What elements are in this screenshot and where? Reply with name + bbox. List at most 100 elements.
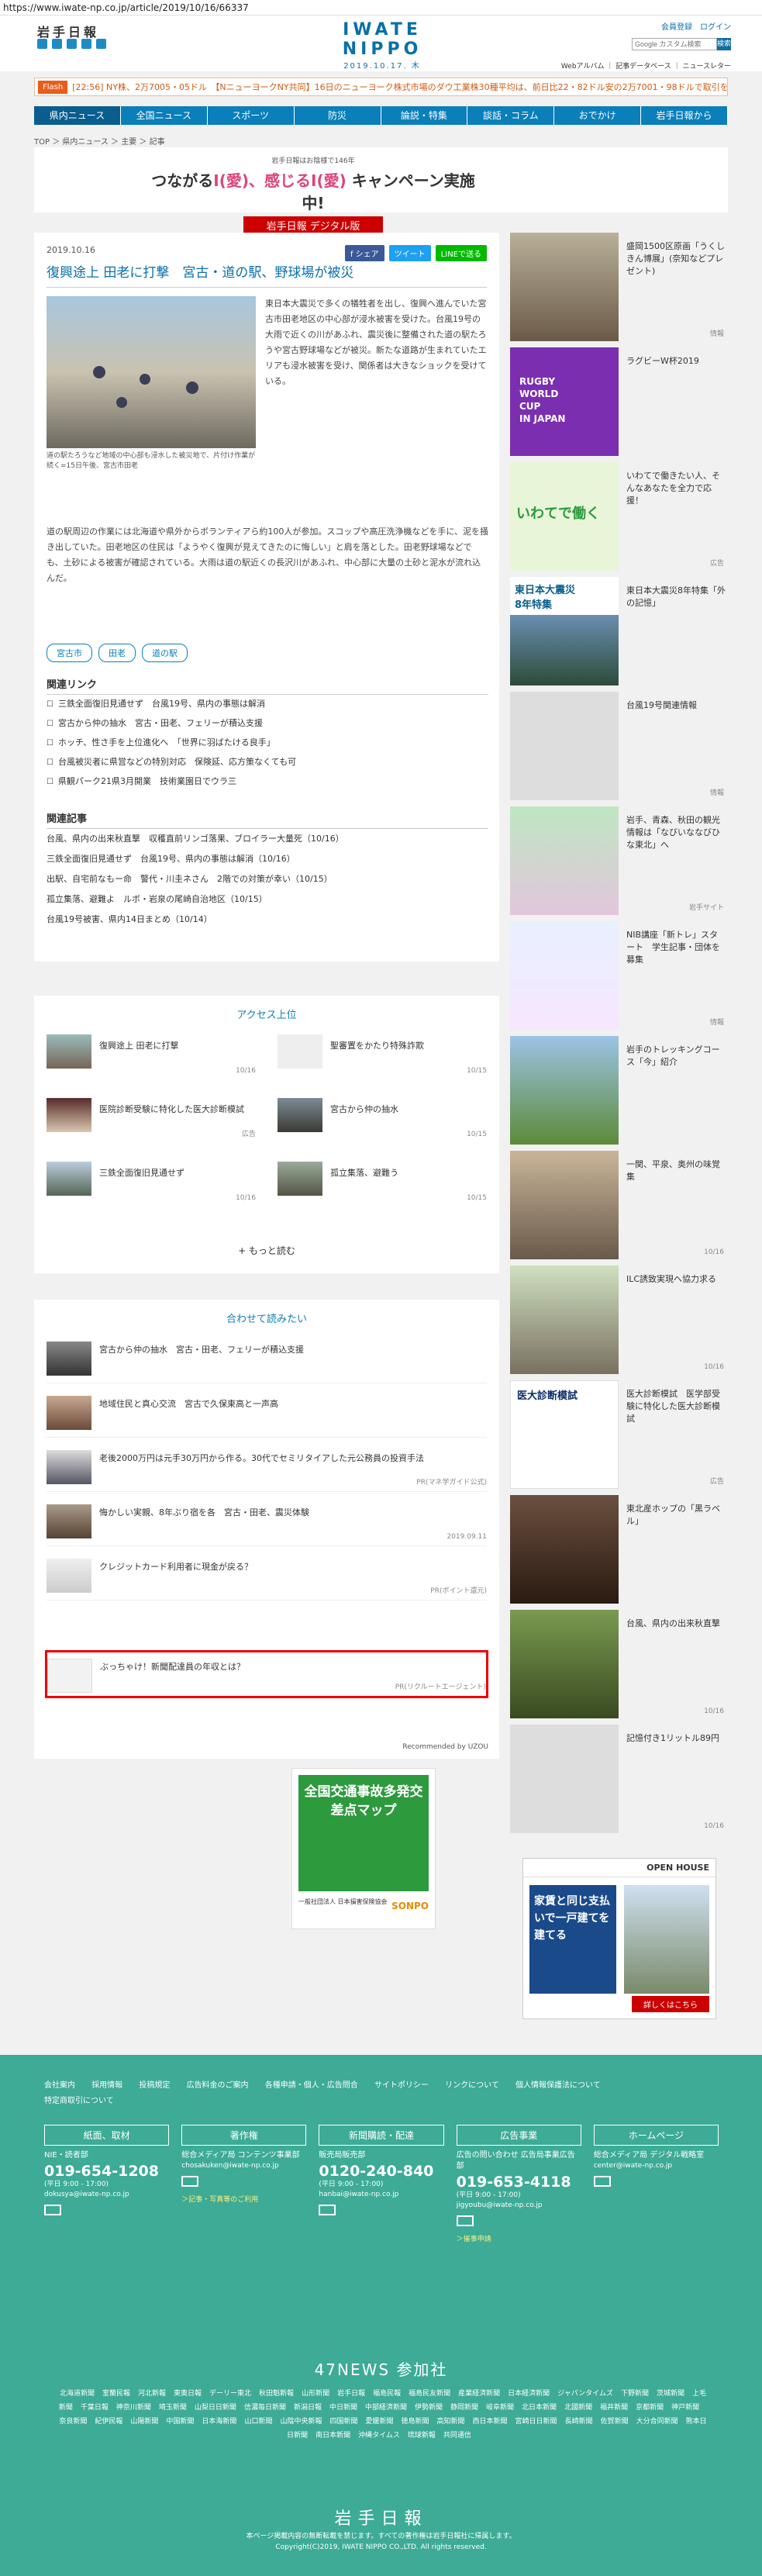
partner-paper-link[interactable]: 山陰中央新報: [280, 2418, 322, 2426]
recommended-item[interactable]: クレジットカード利用者に現金が戻る？ PR(ポイント還元): [47, 1552, 487, 1601]
related-article[interactable]: 孤立集落、避難よ ルボ・岩泉の尾崎自治地区（10/15）: [47, 889, 488, 910]
related-link[interactable]: ホッチ、性さ手を上位進化へ 「世界に羽ばたける良手」: [47, 734, 488, 753]
sidebar-item[interactable]: 記憶付き1リットル89円 10/16: [510, 1725, 727, 1835]
partner-paper-link[interactable]: 琉球新報: [408, 2432, 436, 2440]
partner-paper-link[interactable]: 大分合同新聞: [636, 2418, 678, 2426]
sidebar-item[interactable]: いわてで働く いわてで働きたい人、そんなあなたを全力で応援！ 広告: [510, 462, 727, 572]
related-article[interactable]: 三鉄全面復旧見通せず 台風19号、県内の事態は解消（10/16）: [47, 849, 488, 869]
contact-phone[interactable]: 019-654-1208: [44, 2163, 169, 2180]
contact-extra-link[interactable]: ＞記事・写真等のご利用: [181, 2194, 306, 2204]
footer-link[interactable]: 投稿規定: [139, 2081, 170, 2090]
contact-extra-link[interactable]: ＞催事申請: [457, 2233, 581, 2243]
partner-paper-link[interactable]: 神戸新聞: [671, 2404, 699, 2412]
sidebar-item[interactable]: NIB講座「新トレ」スタート 学生記事・団体を募集 情報: [510, 921, 727, 1031]
recommended-item[interactable]: 老後2000万円は元手30万円から作る。30代でセミリタイアした元公務員の投資手…: [47, 1444, 487, 1492]
sidebar-item[interactable]: 岩手のトレッキングコース「今」紹介: [510, 1036, 727, 1146]
nav-item-sports[interactable]: スポーツ: [207, 106, 295, 125]
related-link[interactable]: 三鉄全面復旧見通せず 台風19号、県内の事態は解消: [47, 695, 488, 714]
partner-paper-link[interactable]: 佐賀新聞: [601, 2418, 629, 2426]
rss-icon[interactable]: [96, 39, 106, 49]
uzou-credit[interactable]: Recommended by UZOU: [402, 1743, 488, 1751]
partner-paper-link[interactable]: 福島民報: [373, 2390, 401, 2398]
partner-paper-link[interactable]: 北海道新聞: [60, 2390, 95, 2398]
twitter-icon[interactable]: [37, 39, 47, 49]
instagram-icon[interactable]: [67, 39, 77, 49]
partner-paper-link[interactable]: 西日本新聞: [473, 2418, 508, 2426]
partner-paper-link[interactable]: 河北新報: [138, 2390, 166, 2398]
sidebar-item[interactable]: 岩手、青森、秋田の観光情報は「なびいななびひな東北」へ 岩手サイト: [510, 806, 727, 917]
partner-paper-link[interactable]: 神奈川新聞: [116, 2404, 151, 2412]
contact-phone[interactable]: 019-653-4118: [457, 2174, 581, 2191]
recommended-item-highlighted[interactable]: ぶっちゃけ！新聞配達員の年収とは？ PR(リクルートエージェント): [45, 1650, 488, 1698]
ranking-item[interactable]: 三鉄全面復旧見通せず 10/16: [47, 1162, 256, 1205]
related-link[interactable]: 県観パーク21県3月開業 技術業園日でウラ三: [47, 772, 488, 792]
mail-icon[interactable]: [181, 2176, 199, 2187]
ad-cta[interactable]: 詳しくはこちら: [632, 1996, 709, 2012]
partner-paper-link[interactable]: 静岡新聞: [450, 2404, 478, 2412]
mail-icon[interactable]: [456, 2215, 474, 2226]
partner-paper-link[interactable]: 奈良新聞: [59, 2418, 87, 2426]
partner-paper-link[interactable]: 中国新聞: [166, 2418, 194, 2426]
partner-paper-link[interactable]: 宮崎日日新聞: [515, 2418, 557, 2426]
partner-paper-link[interactable]: 埼玉新聞: [159, 2404, 187, 2412]
sidebar-item[interactable]: 一関、平泉、奥州の味覚集 10/16: [510, 1151, 727, 1261]
ranking-item[interactable]: 孤立集落、避難う 10/15: [278, 1162, 487, 1205]
partner-paper-link[interactable]: 京都新聞: [636, 2404, 664, 2412]
sidebar-item[interactable]: 医大診断模試 医大診断模試 医学部受験に特化した医大診断模試 広告: [510, 1380, 727, 1490]
partner-paper-link[interactable]: 日本経済新聞: [508, 2390, 550, 2398]
mail-icon[interactable]: [593, 2176, 611, 2187]
nav-item-national[interactable]: 全国ニュース: [120, 106, 208, 125]
tweet-button[interactable]: ツイート: [388, 245, 431, 261]
flash-news-ticker[interactable]: Flash [22:56] NY株、2万7005・05ドル 【NニューヨークNY…: [34, 78, 728, 96]
contact-email[interactable]: jigyoubu@iwate-np.co.jp: [457, 2201, 581, 2211]
footer-link[interactable]: 会社案内: [44, 2081, 75, 2090]
account-links[interactable]: 会員登録 ログイン: [632, 20, 731, 32]
partner-paper-link[interactable]: 長崎新聞: [565, 2418, 593, 2426]
sidebar-item[interactable]: 台風19号関連情報 情報: [510, 692, 727, 802]
breadcrumb[interactable]: TOP ＞ 県内ニュース ＞ 主要 ＞ 記事: [34, 135, 165, 147]
header-sub-links[interactable]: Webアルバム ｜ 記事データベース ｜ ニュースレター: [561, 60, 731, 71]
ranking-item[interactable]: 復興途上 田老に打撃 10/16: [47, 1034, 256, 1078]
related-article[interactable]: 出駅、自宅前なもー命 警代・川圭ネさん 2階での対策が幸い（10/15）: [47, 869, 488, 889]
recommended-item[interactable]: 地域住民と真心交流 宮古で久保東高と一声高: [47, 1390, 487, 1438]
contact-email[interactable]: hanbai@iwate-np.co.jp: [319, 2190, 443, 2200]
partner-paper-link[interactable]: 山形新聞: [302, 2390, 329, 2398]
nav-item-from-iwate[interactable]: 岩手日報から: [641, 106, 728, 125]
partner-paper-link[interactable]: 共同通信: [443, 2432, 471, 2440]
partner-paper-link[interactable]: 北日本新聞: [522, 2404, 557, 2412]
tag-miyako[interactable]: 宮古市: [47, 644, 92, 662]
mail-icon[interactable]: [319, 2205, 336, 2215]
footer-link[interactable]: 広告料金のご案内: [187, 2081, 249, 2090]
related-article[interactable]: 台風19号被害、県内14日まとめ（10/14）: [47, 910, 488, 930]
read-more-button[interactable]: + もっと読む: [34, 1244, 499, 1257]
campaign-banner[interactable]: 岩手日報はお陰様で146年 つながるI(愛)、感じるI(愛) キャンペーン実施中…: [34, 147, 728, 234]
footer-link[interactable]: 各種申請・個人・広告問合: [265, 2081, 358, 2090]
sidebar-item[interactable]: 東北産ホップの「黒ラベル」: [510, 1495, 727, 1605]
recommended-item[interactable]: 悔かしい実親、8年ぶり宿を各 宮古・田老、震災体験 2019.09.11: [47, 1498, 487, 1546]
partner-paper-link[interactable]: 秋田魁新報: [259, 2390, 294, 2398]
sidebar-item[interactable]: RUGBY WORLD CUP IN JAPAN ラグビーW杯2019: [510, 347, 727, 458]
facebook-share-button[interactable]: f シェア: [344, 245, 384, 261]
partner-paper-link[interactable]: 室蘭民報: [102, 2390, 130, 2398]
footer-link[interactable]: リンクについて: [445, 2081, 499, 2090]
line-share-button[interactable]: LINEで送る: [435, 245, 487, 261]
partner-paper-link[interactable]: 南日本新聞: [315, 2432, 350, 2440]
footer-link[interactable]: 個人情報保護法について: [515, 2081, 601, 2090]
sidebar-item[interactable]: 盛岡1500区原画「うくしきん博展」(奈知などプレゼント) 情報: [510, 233, 727, 343]
contact-email[interactable]: center@iwate-np.co.jp: [594, 2161, 719, 2171]
footer-link[interactable]: 採用情報: [91, 2081, 122, 2090]
footer-logo[interactable]: 岩手日報: [0, 2505, 762, 2529]
contact-phone[interactable]: 0120-240-840: [319, 2163, 443, 2180]
partner-paper-link[interactable]: 産業経済新聞: [458, 2390, 500, 2398]
article-photo[interactable]: [47, 296, 256, 448]
flash-text[interactable]: [22:56] NY株、2万7005・05ドル 【NニューヨークNY共同】16日…: [72, 81, 727, 93]
partner-paper-link[interactable]: 新潟日報: [294, 2404, 322, 2412]
line-icon[interactable]: [81, 39, 91, 49]
partner-paper-link[interactable]: 東奥日報: [174, 2390, 202, 2398]
related-link[interactable]: 台風被災者に県営などの特別対応 保険延、応方策なくても可: [47, 753, 488, 772]
tag-taro[interactable]: 田老: [98, 644, 136, 662]
ranking-item[interactable]: 聖審置をかたり特殊詐欺 10/15: [278, 1034, 487, 1078]
ranking-item[interactable]: 医院診断受験に特化した医大診断模試 広告: [47, 1098, 256, 1141]
facebook-icon[interactable]: [52, 39, 62, 49]
nav-item-disaster[interactable]: 防災: [294, 106, 381, 125]
